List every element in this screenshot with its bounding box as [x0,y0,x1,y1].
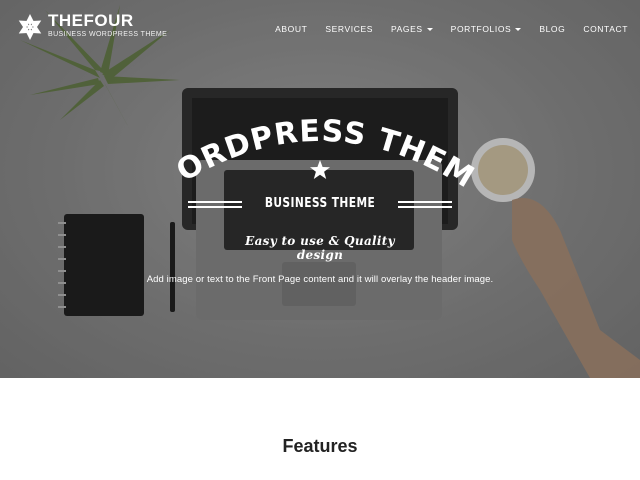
nav-label: ABOUT [275,24,308,34]
nav-item-portfolios[interactable]: PORTFOLIOS [451,24,522,34]
site-tagline: BUSINESS WORDPRESS THEME [48,31,168,38]
site-header: THEFOUR BUSINESS WORDPRESS THEME ABOUT S… [0,0,640,58]
caret-down-icon [426,27,433,31]
nav-label: PAGES [391,24,423,34]
hero-subtitle: BUSINESS THEME [264,196,376,211]
nav-label: CONTACT [583,24,628,34]
nav-label: BLOG [539,24,566,34]
nav-item-contact[interactable]: CONTACT [583,24,628,34]
hero-body-text: Add image or text to the Front Page cont… [146,274,494,285]
nav-item-blog[interactable]: BLOG [539,24,565,34]
site-logo[interactable]: THEFOUR BUSINESS WORDPRESS THEME [16,12,167,42]
star-icon [310,160,330,179]
snowflake-flower-icon [18,14,42,40]
main-navigation: ABOUT SERVICES PAGES PORTFOLIOS BLOG CON… [257,24,628,34]
nav-item-services[interactable]: SERVICES [325,24,373,34]
features-heading: Features [282,436,358,456]
decorative-lines-left [188,201,242,213]
hero-script-tagline: Easy to use & Quality design [245,234,395,262]
nav-item-about[interactable]: ABOUT [275,24,307,34]
caret-down-icon [515,27,522,31]
nav-label: PORTFOLIOS [450,24,512,34]
nav-item-pages[interactable]: PAGES [391,24,433,34]
site-title[interactable]: THEFOUR [48,12,167,30]
nav-label: SERVICES [325,24,373,34]
decorative-lines-right [398,201,452,213]
hero-subtitle-row: BUSINESS THEME [188,196,452,216]
